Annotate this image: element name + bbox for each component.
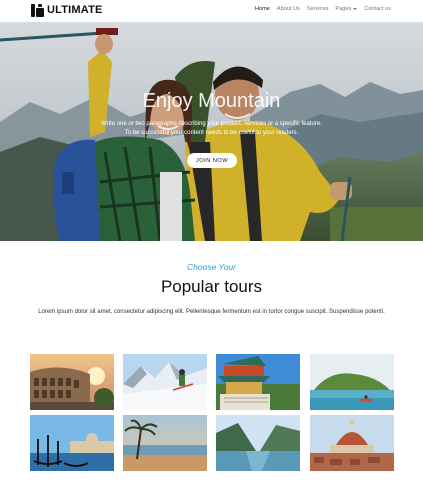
nav-item-about-us[interactable]: About Us <box>277 6 300 12</box>
florence-cathedral-photo <box>310 415 394 471</box>
section-kicker: Choose Your <box>187 262 236 272</box>
nav-item-services[interactable]: Services <box>307 6 328 12</box>
ultimate-logo-icon <box>30 3 45 18</box>
brand-logo[interactable]: ULTIMATE <box>30 2 103 18</box>
tour-image-florence[interactable] <box>310 415 394 471</box>
section-description: Lorem ipsum dolor sit amet, consectetur … <box>38 309 385 315</box>
tours-gallery <box>0 354 423 474</box>
colosseum-photo <box>30 354 114 410</box>
join-now-button[interactable]: JOIN NOW <box>187 153 237 168</box>
nav-item-contact-us[interactable]: Contact us <box>364 6 391 12</box>
tour-image-venice[interactable] <box>30 415 114 471</box>
chevron-down-icon <box>353 7 358 10</box>
asian-temple-photo <box>216 354 300 410</box>
hero-subtitle-line-1: Write one or two paragraphs describing y… <box>101 121 322 127</box>
fjord-lake-photo <box>216 415 300 471</box>
nav-item-pages-label: Pages <box>335 6 352 12</box>
navbar: ULTIMATE Home About Us Services Pages Co… <box>0 0 423 22</box>
tour-image-temple[interactable] <box>216 354 300 410</box>
palm-beach-sunset-photo <box>123 415 207 471</box>
nav-item-home[interactable]: Home <box>255 6 270 12</box>
venice-gondolas-photo <box>30 415 114 471</box>
tour-image-palm-beach[interactable] <box>123 415 207 471</box>
tour-image-snow-mountain[interactable] <box>123 354 207 410</box>
section-heading: Popular tours <box>160 277 263 296</box>
brand-name: ULTIMATE <box>47 4 103 16</box>
snow-mountain-skier-photo <box>123 354 207 410</box>
tour-image-fjord[interactable] <box>216 415 300 471</box>
hero-section: Enjoy Mountain Write one or two paragrap… <box>0 22 423 241</box>
nav-menu: Home About Us Services Pages Contact us <box>255 6 391 12</box>
hero-subtitle: Write one or two paragraphs describing y… <box>90 120 333 138</box>
nav-item-pages[interactable]: Pages <box>335 6 358 12</box>
tour-image-island[interactable] <box>310 354 394 410</box>
coastal-island-kayak-photo <box>310 354 394 410</box>
tour-image-colosseum[interactable] <box>30 354 114 410</box>
hero-title: Enjoy Mountain <box>142 90 281 112</box>
hero-subtitle-line-2: To be successful your content needs to b… <box>124 130 299 136</box>
